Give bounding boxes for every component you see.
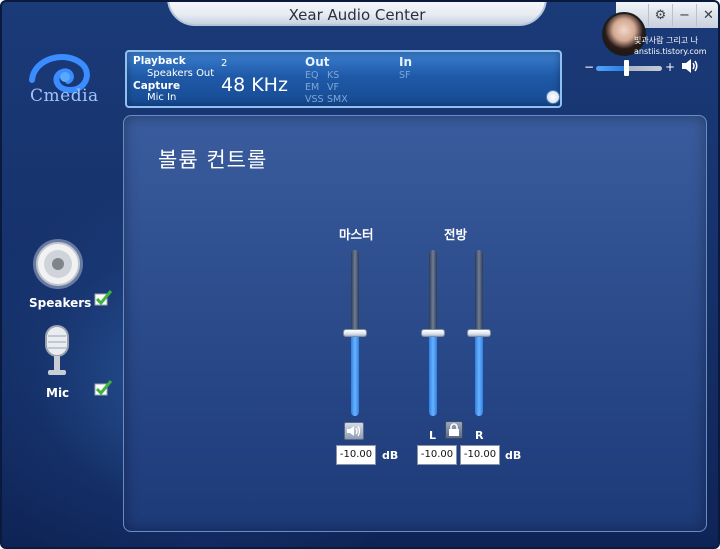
front-left-db-field[interactable]: -10.00: [417, 445, 457, 465]
out-header: Out: [305, 55, 330, 69]
speakers-check-icon: [94, 290, 112, 306]
in-item-sf: SF: [399, 70, 411, 81]
playback-value: Speakers Out: [147, 68, 215, 79]
front-db-unit: dB: [505, 449, 522, 462]
out-item-em: EM: [305, 82, 320, 93]
playback-label: Playback: [133, 55, 186, 67]
master-volume-fill: [351, 333, 359, 416]
speaker-volume-icon[interactable]: [681, 58, 699, 74]
front-left-volume-fill: [429, 333, 437, 416]
capture-label: Capture: [133, 80, 181, 92]
master-db-field[interactable]: -10.00: [336, 445, 376, 465]
right-channel-label: R: [475, 429, 484, 442]
close-button[interactable]: ✕: [696, 4, 718, 26]
speaker-icon: [347, 425, 361, 437]
channel-lock-button[interactable]: [445, 421, 463, 439]
page-title: 볼륨 컨트롤: [158, 148, 268, 172]
front-left-volume-knob[interactable]: [421, 329, 445, 337]
master-volume-plus[interactable]: +: [665, 60, 675, 74]
capture-value: Mic In: [147, 92, 177, 103]
master-volume-slider[interactable]: [596, 66, 662, 71]
device-speakers-label[interactable]: Speakers: [29, 296, 91, 310]
front-right-volume-knob[interactable]: [467, 329, 491, 337]
volume-control-panel: [123, 115, 707, 532]
refresh-button[interactable]: [546, 90, 560, 104]
mic-check-icon: [94, 380, 112, 396]
logo-text: Cmedia: [30, 86, 99, 106]
out-item-ks: KS: [327, 70, 340, 81]
master-db-unit: dB: [382, 449, 399, 462]
watermark-line2: anstiis.tistory.com: [634, 47, 707, 56]
master-volume-minus[interactable]: −: [584, 60, 594, 74]
front-group-label: 전방: [444, 227, 468, 242]
master-volume-knob[interactable]: [343, 329, 367, 337]
out-item-vss: VSS: [305, 94, 324, 105]
front-right-volume-fill: [475, 333, 483, 416]
watermark-line1: 빛과사람 그리고 나: [634, 36, 698, 45]
sample-rate: 48 KHz: [221, 74, 288, 96]
speaker-device-icon[interactable]: [32, 238, 84, 290]
master-group-label: 마스터: [339, 227, 374, 242]
out-item-eq: EQ: [305, 70, 319, 81]
out-item-smx: SMX: [327, 94, 348, 105]
window-title: Xear Audio Center: [288, 6, 426, 24]
left-channel-label: L: [429, 429, 437, 442]
minimize-button[interactable]: −: [672, 4, 696, 26]
microphone-device-icon[interactable]: [40, 324, 74, 378]
master-volume-thumb[interactable]: [624, 60, 629, 76]
channel-count: 2: [221, 58, 228, 69]
mute-button[interactable]: [344, 422, 364, 440]
lock-icon: [449, 423, 459, 436]
gear-icon[interactable]: ⚙: [648, 4, 672, 26]
out-item-vf: VF: [327, 82, 339, 93]
in-header: In: [399, 55, 413, 69]
front-right-db-field[interactable]: -10.00: [460, 445, 500, 465]
app-window: Xear Audio Center ⚙ − ✕ Cmedia Playback …: [0, 0, 720, 549]
device-mic-label[interactable]: Mic: [46, 386, 69, 400]
device-info-panel: Playback Speakers Out Capture Mic In 2 4…: [125, 50, 562, 108]
